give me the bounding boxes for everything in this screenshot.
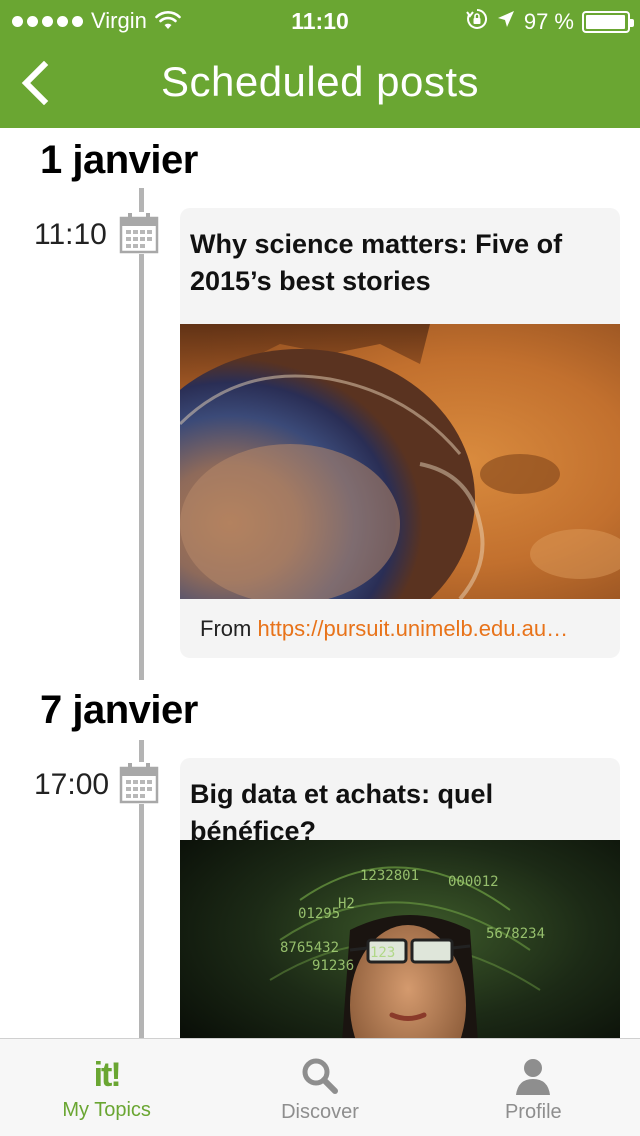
post-image-crater xyxy=(180,324,620,599)
image-text: H2 xyxy=(338,896,355,912)
person-icon xyxy=(516,1059,551,1095)
image-text: 1232801 xyxy=(360,868,419,884)
navigation-bar: Scheduled posts xyxy=(0,40,640,128)
image-text: 8765432 xyxy=(280,940,339,956)
post-title-line: Big data et achats: quel bénéfice? xyxy=(190,779,494,846)
scheduled-posts-list[interactable]: 1 janvier 11:10 Why science matters: Fiv… xyxy=(0,128,640,1038)
battery-icon xyxy=(582,11,634,33)
image-text: 123 xyxy=(370,945,395,961)
post-source: From https://pursuit.unimelb.edu.au… xyxy=(200,616,568,642)
tab-label: Discover xyxy=(281,1101,359,1123)
tab-my-topics[interactable]: it! My Topics xyxy=(0,1039,213,1136)
post-time: 17:00 xyxy=(34,768,110,801)
calendar-icon xyxy=(119,212,159,254)
calendar-icon xyxy=(119,762,159,804)
timeline-line xyxy=(139,188,144,680)
post-card[interactable]: Why science matters: Five of 2015’s best… xyxy=(180,208,620,658)
battery-level-fill xyxy=(586,15,625,29)
image-text: 01295 xyxy=(298,906,340,922)
image-text: 91236 xyxy=(312,958,354,974)
post-title: Big data et achats: quel bénéfice? xyxy=(180,758,620,850)
date-heading: 1 janvier xyxy=(40,138,198,182)
tab-label: My Topics xyxy=(62,1099,151,1121)
date-heading: 7 janvier xyxy=(40,688,198,732)
tab-bar: it! My Topics Discover Profile xyxy=(0,1038,640,1136)
image-text: 5678234 xyxy=(486,926,545,942)
post-title-line: Why science matters: Five of xyxy=(190,229,563,259)
source-prefix: From xyxy=(200,616,258,641)
page-title: Scheduled posts xyxy=(160,58,480,105)
post-time: 11:10 xyxy=(34,218,107,251)
image-text: 000012 xyxy=(448,874,499,890)
status-bar: Virgin 11:10 97 % xyxy=(0,0,640,40)
tab-label: Profile xyxy=(504,1101,562,1123)
tab-discover[interactable]: Discover xyxy=(213,1039,426,1136)
app-header: Virgin 11:10 97 % Scheduled posts xyxy=(0,0,640,128)
rotation-lock-icon xyxy=(466,8,488,36)
status-right: 97 % xyxy=(466,8,634,36)
it-logo-icon: it! xyxy=(93,1056,122,1094)
search-icon xyxy=(302,1058,338,1094)
tab-profile[interactable]: Profile xyxy=(427,1039,640,1136)
post-title: Why science matters: Five of 2015’s best… xyxy=(180,208,620,300)
post-title-line: 2015’s best stories xyxy=(190,266,431,296)
battery-percentage: 97 % xyxy=(523,9,574,34)
post-image-bigdata: 1232801 000012 01295 H2 5678234 8765432 … xyxy=(180,840,620,1038)
location-arrow-icon xyxy=(496,9,516,35)
source-link[interactable]: https://pursuit.unimelb.edu.au… xyxy=(257,616,568,641)
post-card[interactable]: Big data et achats: quel bénéfice? 12328… xyxy=(180,758,620,1038)
